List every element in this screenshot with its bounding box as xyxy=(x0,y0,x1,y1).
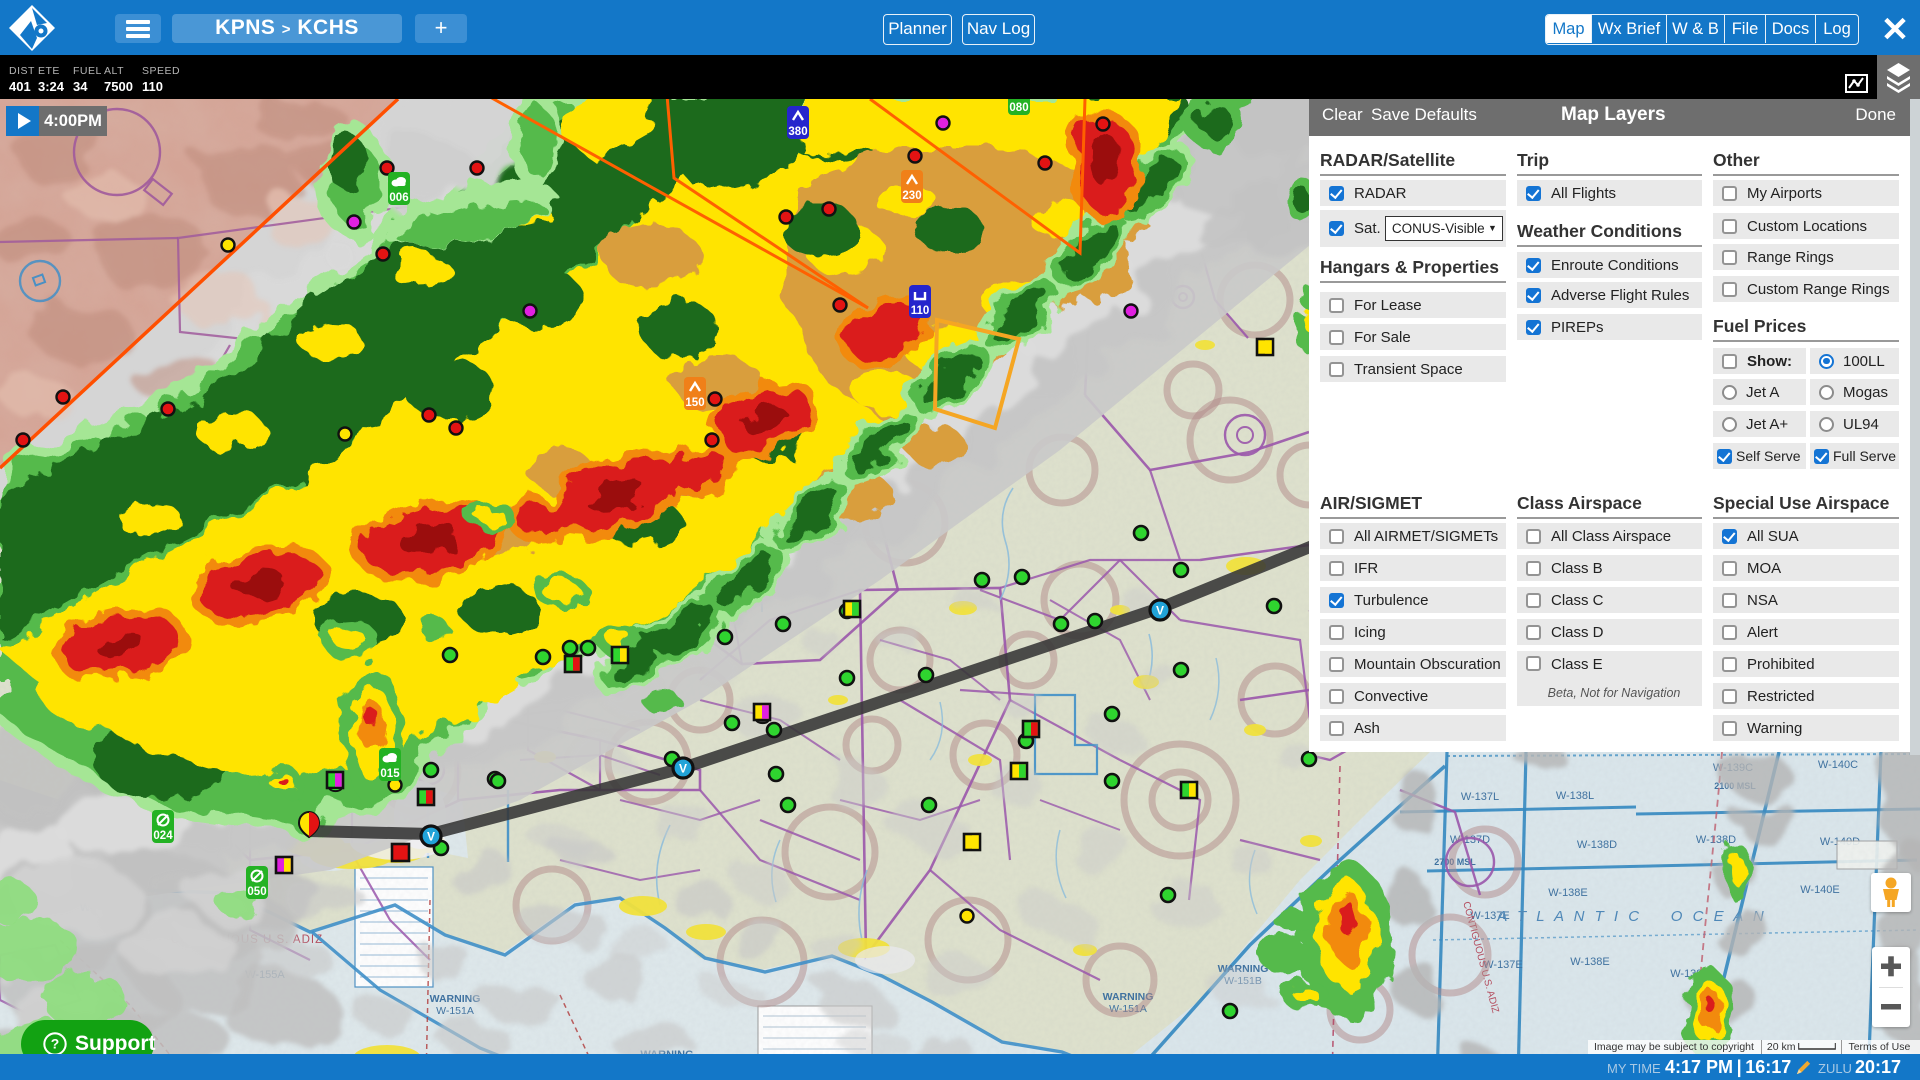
svg-text:015: 015 xyxy=(380,768,400,780)
svg-text:006: 006 xyxy=(389,192,408,204)
svg-text:150: 150 xyxy=(685,397,704,409)
svg-text:V: V xyxy=(427,830,435,844)
svg-text:110: 110 xyxy=(911,305,930,317)
svg-text:380: 380 xyxy=(788,126,807,138)
svg-text:050: 050 xyxy=(247,886,266,898)
svg-text:V: V xyxy=(679,762,687,776)
svg-text:080: 080 xyxy=(1009,102,1028,114)
svg-text:230: 230 xyxy=(902,190,921,202)
svg-text:?: ? xyxy=(51,1036,60,1052)
svg-text:V: V xyxy=(1156,604,1164,618)
svg-text:024: 024 xyxy=(153,830,173,842)
